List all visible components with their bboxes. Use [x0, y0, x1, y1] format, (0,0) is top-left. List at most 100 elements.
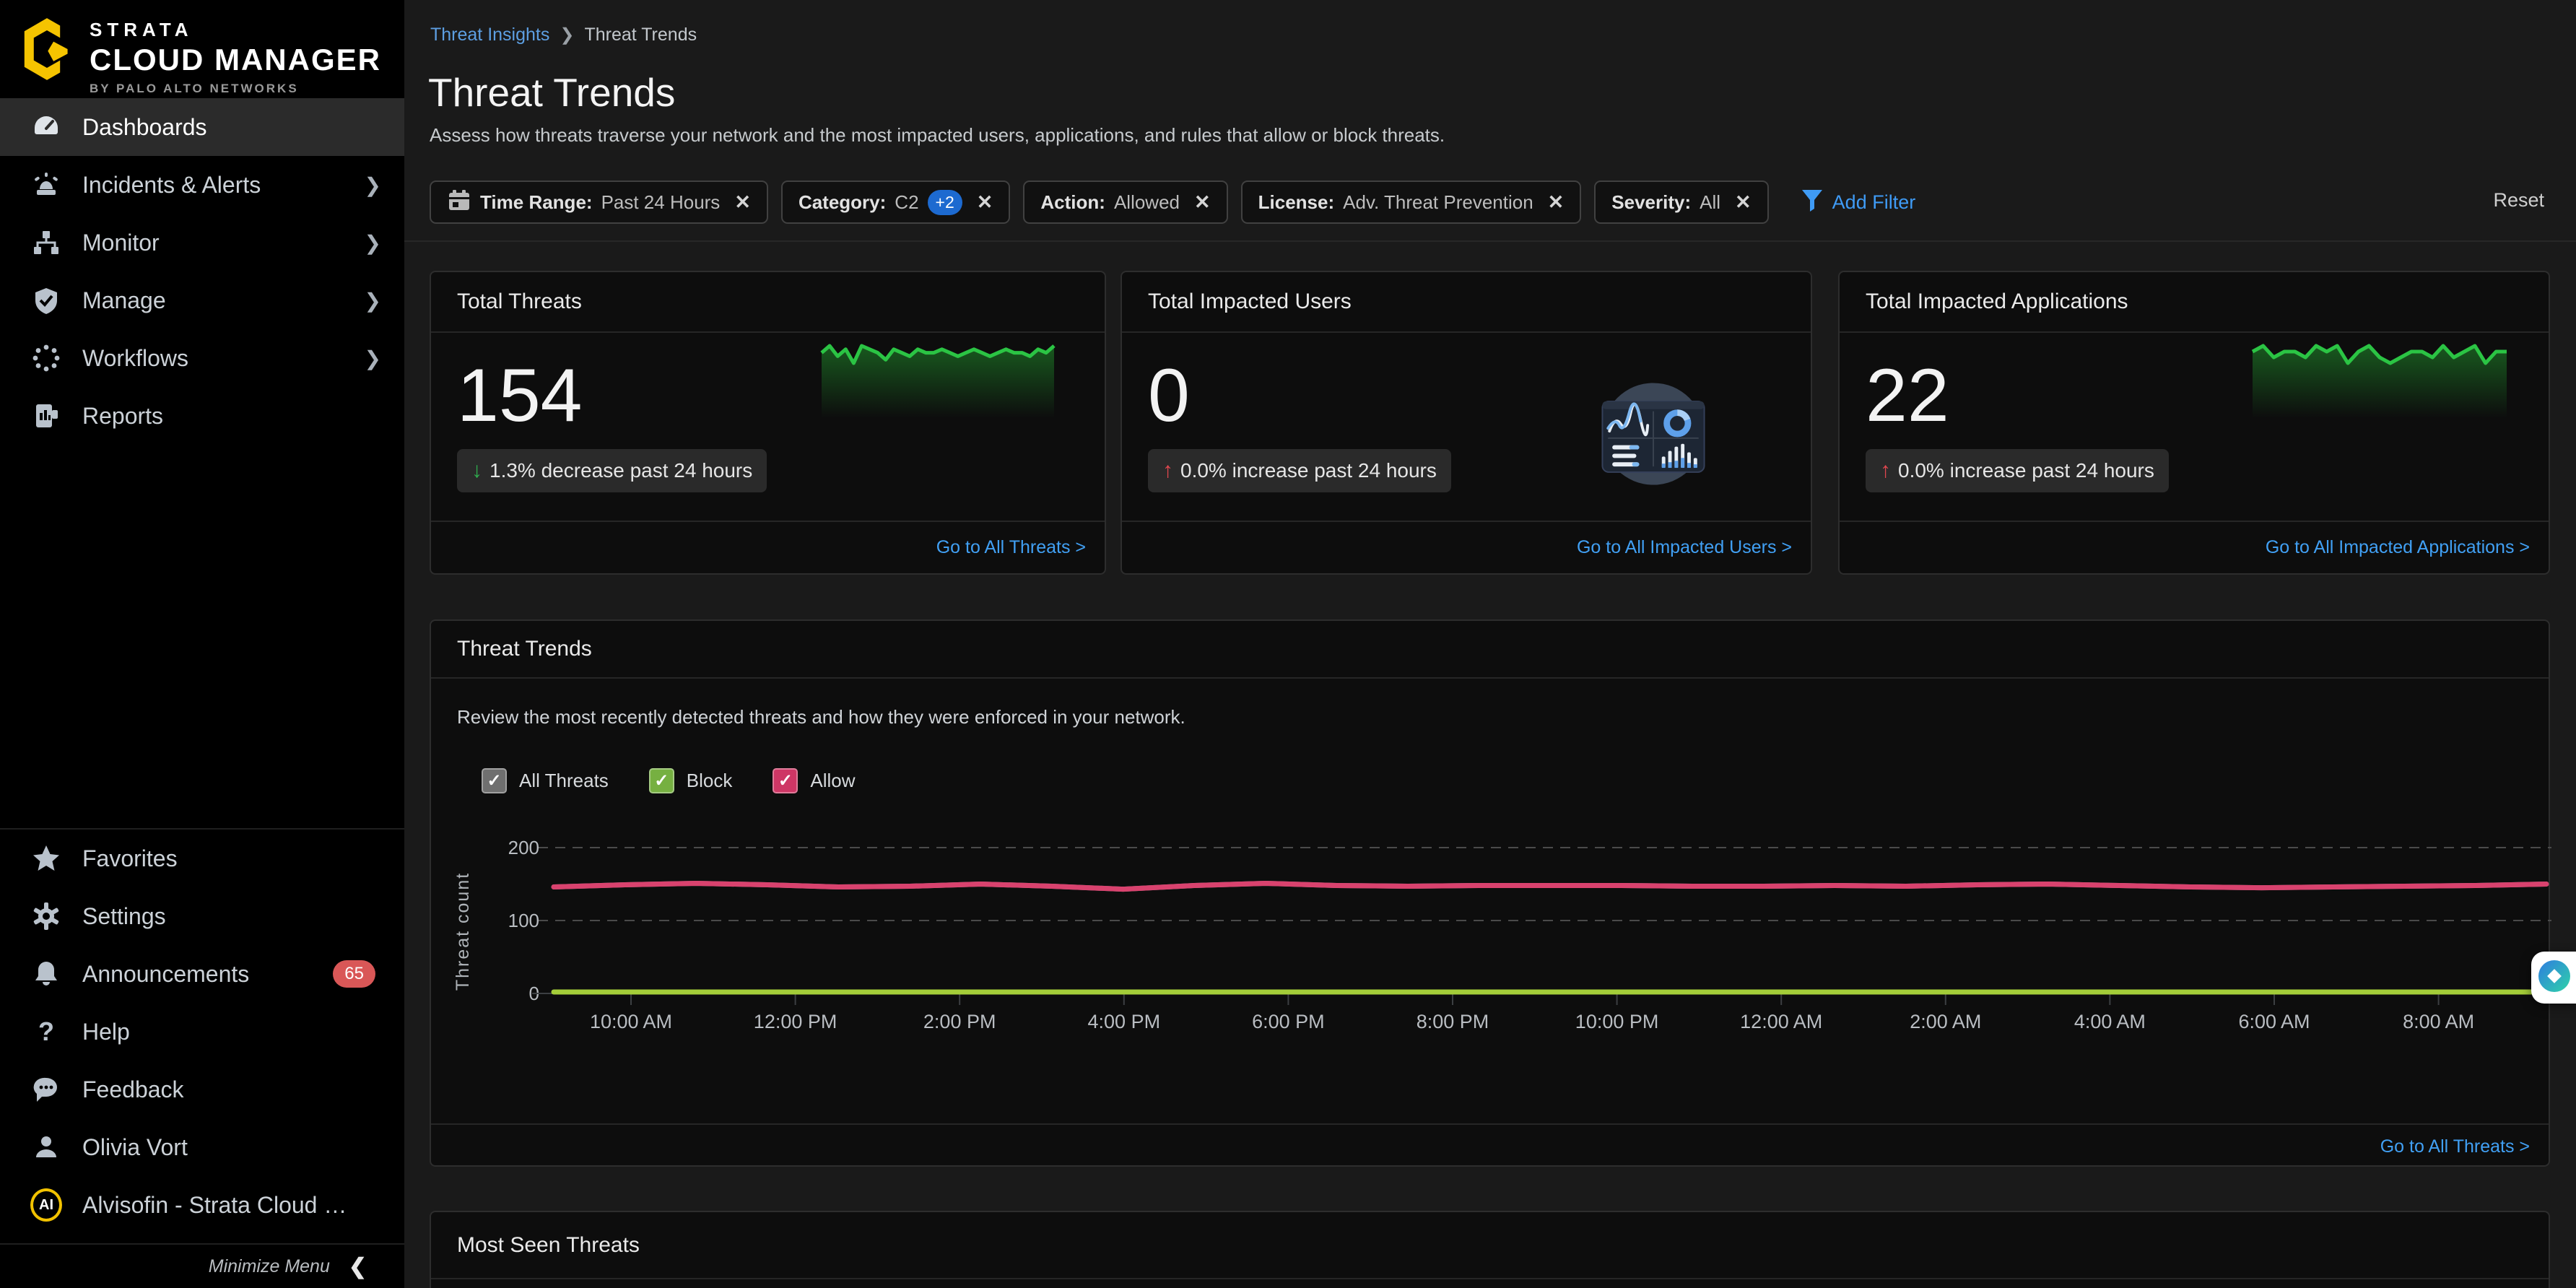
- breadcrumb-parent-link[interactable]: Threat Insights: [430, 25, 549, 45]
- card-header: Total Impacted Applications: [1840, 272, 2549, 333]
- remove-filter-icon[interactable]: ✕: [977, 191, 993, 214]
- svg-text:2:00 AM: 2:00 AM: [1910, 1011, 1981, 1032]
- sidebar-item-label: Incidents & Alerts: [82, 172, 261, 199]
- chevron-right-icon: ❯: [365, 347, 381, 370]
- remove-filter-icon[interactable]: ✕: [1194, 191, 1211, 214]
- report-icon: [30, 400, 62, 432]
- sidebar-item-favorites[interactable]: Favorites: [0, 830, 404, 887]
- sidebar-item-feedback[interactable]: Feedback: [0, 1061, 404, 1118]
- trend-text: 0.0% increase past 24 hours: [1898, 459, 2154, 482]
- trend-badge: ↑ 0.0% increase past 24 hours: [1866, 449, 2169, 492]
- calendar-icon: [447, 188, 471, 217]
- total-impacted-applications-value: 22: [1866, 353, 1949, 439]
- breadcrumb: Threat Insights ❯ Threat Trends: [430, 25, 697, 45]
- svg-text:12:00 AM: 12:00 AM: [1740, 1011, 1822, 1032]
- svg-text:10:00 AM: 10:00 AM: [590, 1011, 672, 1032]
- funnel-icon: [1801, 188, 1824, 217]
- trends-description: Review the most recently detected threat…: [457, 706, 1185, 728]
- sidebar-item-label: Announcements: [82, 961, 249, 988]
- sidebar-item-announcements[interactable]: Announcements 65: [0, 945, 404, 1003]
- filter-more-count-badge: +2: [928, 190, 962, 215]
- card-header: Total Impacted Users: [1122, 272, 1811, 333]
- legend-all-threats[interactable]: ✓ All Threats: [482, 768, 609, 793]
- star-icon: [30, 843, 62, 874]
- filter-chip-license[interactable]: License: Adv. Threat Prevention ✕: [1241, 180, 1582, 224]
- threat-trends-card: Threat Trends Review the most recently d…: [430, 619, 2550, 1167]
- filter-chip-category[interactable]: Category: C2 +2 ✕: [781, 180, 1010, 224]
- checkbox-checked-icon[interactable]: ✓: [649, 768, 674, 793]
- dotted-circle-icon: [30, 342, 62, 374]
- go-to-all-impacted-users-link[interactable]: Go to All Impacted Users >: [1577, 537, 1792, 558]
- sidebar-item-help[interactable]: ? Help: [0, 1003, 404, 1061]
- svg-text:12:00 PM: 12:00 PM: [754, 1011, 837, 1032]
- sidebar-primary-nav: Dashboards Incidents & Alerts ❯ Monitor …: [0, 98, 404, 445]
- card-header: Total Threats: [431, 272, 1105, 333]
- sidebar-item-label: Favorites: [82, 845, 178, 872]
- chevron-right-icon: ❯: [560, 25, 574, 45]
- arrow-up-icon: ↑: [1880, 458, 1891, 483]
- card-header: Threat Trends: [431, 621, 2549, 679]
- sidebar-item-user-account[interactable]: Olivia Vort: [0, 1118, 404, 1176]
- sidebar-item-monitor[interactable]: Monitor ❯: [0, 214, 404, 271]
- sidebar-item-workflows[interactable]: Workflows ❯: [0, 329, 404, 387]
- go-to-all-threats-link[interactable]: Go to All Threats >: [936, 537, 1086, 558]
- sidebar-item-tenant[interactable]: AI Alvisofin - Strata Cloud M...: [0, 1176, 404, 1234]
- trend-text: 1.3% decrease past 24 hours: [489, 459, 752, 482]
- sidebar-item-label: Feedback: [82, 1076, 184, 1103]
- svg-text:6:00 AM: 6:00 AM: [2238, 1011, 2310, 1032]
- bell-icon: [30, 958, 62, 990]
- card-title: Most Seen Threats: [457, 1233, 640, 1258]
- sidebar-item-dashboards[interactable]: Dashboards: [0, 98, 404, 156]
- chart-legend: ✓ All Threats ✓ Block ✓ Allow: [482, 768, 856, 793]
- minimize-menu-label: Minimize Menu: [209, 1256, 330, 1277]
- sidebar-item-label: Alvisofin - Strata Cloud M...: [82, 1192, 349, 1219]
- reset-filters-button[interactable]: Reset: [2493, 189, 2544, 212]
- page-subtitle: Assess how threats traverse your network…: [430, 124, 1445, 147]
- threat-trends-chart-svg: 010020010:00 AM12:00 PM2:00 PM4:00 PM6:0…: [431, 837, 2551, 1087]
- filter-chip-action[interactable]: Action: Allowed ✕: [1023, 180, 1227, 224]
- filter-label: Action:: [1040, 191, 1105, 214]
- filter-value: Adv. Threat Prevention: [1343, 191, 1533, 214]
- sidebar-item-manage[interactable]: Manage ❯: [0, 271, 404, 329]
- checkbox-checked-icon[interactable]: ✓: [482, 768, 507, 793]
- card-title: Threat Trends: [457, 637, 592, 661]
- sidebar-item-label: Dashboards: [82, 114, 207, 141]
- sidebar-item-reports[interactable]: Reports: [0, 387, 404, 445]
- trend-badge: ↓ 1.3% decrease past 24 hours: [457, 449, 767, 492]
- filter-value: Past 24 Hours: [601, 191, 721, 214]
- page-title: Threat Trends: [428, 69, 675, 116]
- announcements-count-badge: 65: [333, 960, 375, 988]
- sidebar-secondary-nav: Favorites Settings Announcements 65 ? He…: [0, 828, 404, 1234]
- add-filter-button[interactable]: Add Filter: [1801, 188, 1916, 217]
- svg-text:8:00 AM: 8:00 AM: [2403, 1011, 2474, 1032]
- sidebar-item-settings[interactable]: Settings: [0, 887, 404, 945]
- filter-chip-time-range[interactable]: Time Range: Past 24 Hours ✕: [430, 180, 768, 224]
- legend-block[interactable]: ✓ Block: [649, 768, 733, 793]
- ai-avatar: AI: [30, 1189, 62, 1221]
- filter-chip-severity[interactable]: Severity: All ✕: [1594, 180, 1768, 224]
- remove-filter-icon[interactable]: ✕: [1735, 191, 1752, 214]
- sidebar-item-incidents-alerts[interactable]: Incidents & Alerts ❯: [0, 156, 404, 214]
- chevron-right-icon: ❯: [365, 173, 381, 197]
- hierarchy-icon: [30, 227, 62, 258]
- svg-text:10:00 PM: 10:00 PM: [1575, 1011, 1659, 1032]
- brand-line1: STRATA: [90, 19, 381, 41]
- brand-text: STRATA CLOUD MANAGER BY PALO ALTO NETWOR…: [90, 16, 381, 96]
- go-to-all-threats-link[interactable]: Go to All Threats >: [2380, 1136, 2530, 1157]
- filter-bar-divider: [404, 240, 2576, 242]
- assistant-logo-icon: [2538, 960, 2571, 996]
- total-impacted-applications-card: Total Impacted Applications 22 ↑ 0.0% in…: [1838, 271, 2550, 575]
- sidebar-item-label: Olivia Vort: [82, 1134, 188, 1161]
- minimize-menu-button[interactable]: Minimize Menu ❮: [0, 1243, 404, 1288]
- checkbox-checked-icon[interactable]: ✓: [773, 768, 798, 793]
- go-to-all-impacted-applications-link[interactable]: Go to All Impacted Applications >: [2266, 537, 2530, 558]
- chevron-right-icon: ❯: [365, 289, 381, 313]
- card-title: Total Threats: [457, 290, 582, 314]
- remove-filter-icon[interactable]: ✕: [734, 191, 751, 214]
- legend-allow[interactable]: ✓ Allow: [773, 768, 855, 793]
- assistant-launcher-button[interactable]: [2531, 952, 2576, 1004]
- legend-label: Block: [687, 770, 733, 792]
- filter-value: All: [1700, 191, 1720, 214]
- remove-filter-icon[interactable]: ✕: [1548, 191, 1565, 214]
- legend-label: All Threats: [519, 770, 609, 792]
